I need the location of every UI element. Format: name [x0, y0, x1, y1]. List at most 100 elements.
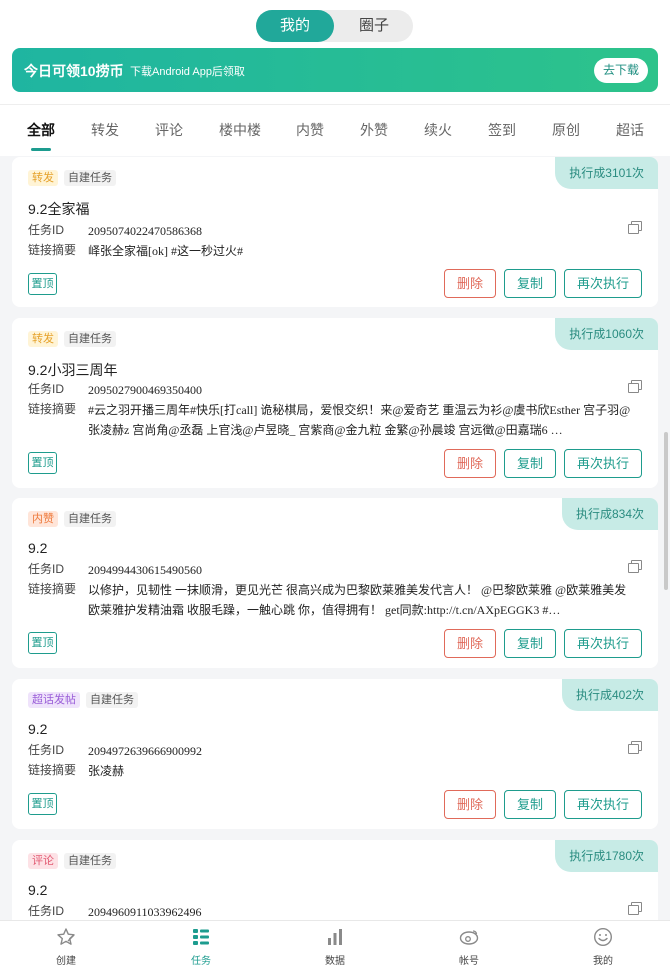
- task-id-value: 2094972639666900992: [88, 744, 202, 758]
- task-title: 9.2: [28, 721, 48, 737]
- pin-button[interactable]: 置顶: [28, 632, 57, 654]
- rerun-button[interactable]: 再次执行: [564, 449, 642, 478]
- task-id-label: 任务ID: [28, 562, 65, 576]
- summary-label: 链接摘要: [28, 763, 77, 777]
- banner-subtitle: 下载Android App后领取: [130, 66, 245, 78]
- task-card: 执行成1060次 转发 自建任务 9.2小羽三周年 任务ID 209502790…: [12, 318, 658, 488]
- create-icon: [57, 928, 75, 945]
- tab-checkin[interactable]: 签到: [488, 105, 516, 157]
- task-type-tag: 转发: [28, 170, 58, 186]
- delete-button[interactable]: 删除: [444, 629, 496, 658]
- summary-value: 张凌赫: [88, 764, 125, 778]
- task-id-value: 2094994430615490560: [88, 563, 202, 577]
- tab-repost[interactable]: 转发: [91, 105, 119, 157]
- copy-button[interactable]: 复制: [504, 629, 556, 658]
- segment-circle[interactable]: 圈子: [335, 10, 413, 42]
- summary-value: 峄张全家福[ok] #这一秒过火#: [88, 244, 243, 258]
- task-title: 9.2小羽三周年: [28, 362, 118, 378]
- exec-count-badge: 执行成1780次: [555, 840, 658, 872]
- task-card: 执行成3101次 转发 自建任务 9.2全家福 任务ID 20950740224…: [12, 157, 658, 307]
- download-button[interactable]: 去下载: [594, 58, 648, 83]
- tab-supertopic[interactable]: 超话: [616, 105, 644, 157]
- smile-icon: [593, 927, 613, 947]
- task-id-label: 任务ID: [28, 382, 65, 396]
- task-card: 执行成1780次 评论 自建任务 9.2 任务ID 20949609110339…: [12, 840, 658, 920]
- task-id-value: 2095027900469350400: [88, 383, 202, 397]
- copy-icon[interactable]: [628, 221, 642, 234]
- tab-outer-like[interactable]: 外赞: [360, 105, 388, 157]
- pin-button[interactable]: 置顶: [28, 273, 57, 295]
- summary-label: 链接摘要: [28, 243, 77, 257]
- task-id-value: 2095074022470586368: [88, 224, 202, 238]
- tab-all[interactable]: 全部: [27, 105, 55, 157]
- task-type-tag: 超话发帖: [28, 692, 80, 708]
- nav-data-label: 数据: [325, 956, 345, 967]
- task-source-tag: 自建任务: [86, 692, 138, 708]
- task-card: 执行成834次 内赞 自建任务 9.2 任务ID 209499443061549…: [12, 498, 658, 668]
- delete-button[interactable]: 删除: [444, 790, 496, 819]
- task-source-tag: 自建任务: [64, 331, 116, 347]
- bar-chart-icon: [328, 929, 342, 945]
- task-id-label: 任务ID: [28, 223, 65, 237]
- copy-icon[interactable]: [628, 741, 642, 754]
- delete-button[interactable]: 删除: [444, 449, 496, 478]
- rerun-button[interactable]: 再次执行: [564, 269, 642, 298]
- tab-comment[interactable]: 评论: [155, 105, 183, 157]
- pin-button[interactable]: 置顶: [28, 793, 57, 815]
- nav-mine[interactable]: 我的: [563, 921, 643, 970]
- task-id-label: 任务ID: [28, 743, 65, 757]
- copy-icon[interactable]: [628, 902, 642, 915]
- account-icon: [459, 930, 479, 945]
- exec-count-badge: 执行成1060次: [555, 318, 658, 350]
- task-id-value: 2094960911033962496: [88, 905, 202, 919]
- scrollbar[interactable]: [664, 432, 668, 590]
- task-list: 执行成3101次 转发 自建任务 9.2全家福 任务ID 20950740224…: [0, 157, 670, 920]
- task-source-tag: 自建任务: [64, 853, 116, 869]
- delete-button[interactable]: 删除: [444, 269, 496, 298]
- nav-tasks[interactable]: 任务: [161, 921, 241, 970]
- nav-create[interactable]: 创建: [26, 921, 106, 970]
- nav-mine-label: 我的: [593, 956, 613, 967]
- task-title: 9.2全家福: [28, 201, 90, 217]
- nav-account[interactable]: 帐号: [429, 921, 509, 970]
- copy-button[interactable]: 复制: [504, 790, 556, 819]
- nav-data[interactable]: 数据: [295, 921, 375, 970]
- copy-icon[interactable]: [628, 380, 642, 393]
- filter-tabs: 全部 转发 评论 楼中楼 内赞 外赞 续火 签到 原创 超话: [0, 104, 670, 156]
- top-header: 我的 圈子 今日可领10捞币 下载Android App后领取 去下载: [0, 0, 670, 104]
- task-type-tag: 内赞: [28, 511, 58, 527]
- tasks-icon: [193, 929, 209, 945]
- task-title: 9.2: [28, 882, 48, 898]
- task-id-label: 任务ID: [28, 904, 65, 918]
- tab-streak[interactable]: 续火: [424, 105, 452, 157]
- nav-tasks-label: 任务: [191, 956, 211, 967]
- task-type-tag: 转发: [28, 331, 58, 347]
- tab-inner-like[interactable]: 内赞: [296, 105, 324, 157]
- copy-icon[interactable]: [628, 560, 642, 573]
- task-type-tag: 评论: [28, 853, 58, 869]
- summary-value: 以修护，见韧性 一抹顺滑，更见光芒 很高兴成为巴黎欧莱雅美发代言人！ @巴黎欧莱…: [88, 583, 627, 617]
- download-banner: 今日可领10捞币 下载Android App后领取 去下载: [12, 48, 658, 92]
- exec-count-badge: 执行成402次: [561, 679, 658, 711]
- summary-label: 链接摘要: [28, 582, 77, 596]
- nav-account-label: 帐号: [459, 956, 479, 967]
- summary-value: #云之羽开播三周年#快乐[打call] 诡秘棋局，爱恨交织！来@爱奇艺 重温云为…: [88, 403, 631, 437]
- banner-title: 今日可领10捞币: [24, 63, 124, 79]
- task-source-tag: 自建任务: [64, 170, 116, 186]
- copy-button[interactable]: 复制: [504, 269, 556, 298]
- tab-original[interactable]: 原创: [552, 105, 580, 157]
- exec-count-badge: 执行成3101次: [555, 157, 658, 189]
- tab-reply[interactable]: 楼中楼: [219, 105, 261, 157]
- copy-button[interactable]: 复制: [504, 449, 556, 478]
- nav-create-label: 创建: [56, 956, 76, 967]
- rerun-button[interactable]: 再次执行: [564, 629, 642, 658]
- exec-count-badge: 执行成834次: [561, 498, 658, 530]
- task-title: 9.2: [28, 540, 48, 556]
- segment-mine[interactable]: 我的: [256, 10, 334, 42]
- task-card: 执行成402次 超话发帖 自建任务 9.2 任务ID 2094972639666…: [12, 679, 658, 829]
- task-source-tag: 自建任务: [64, 511, 116, 527]
- pin-button[interactable]: 置顶: [28, 452, 57, 474]
- rerun-button[interactable]: 再次执行: [564, 790, 642, 819]
- summary-label: 链接摘要: [28, 402, 77, 416]
- segment-switch: 我的 圈子: [256, 10, 413, 42]
